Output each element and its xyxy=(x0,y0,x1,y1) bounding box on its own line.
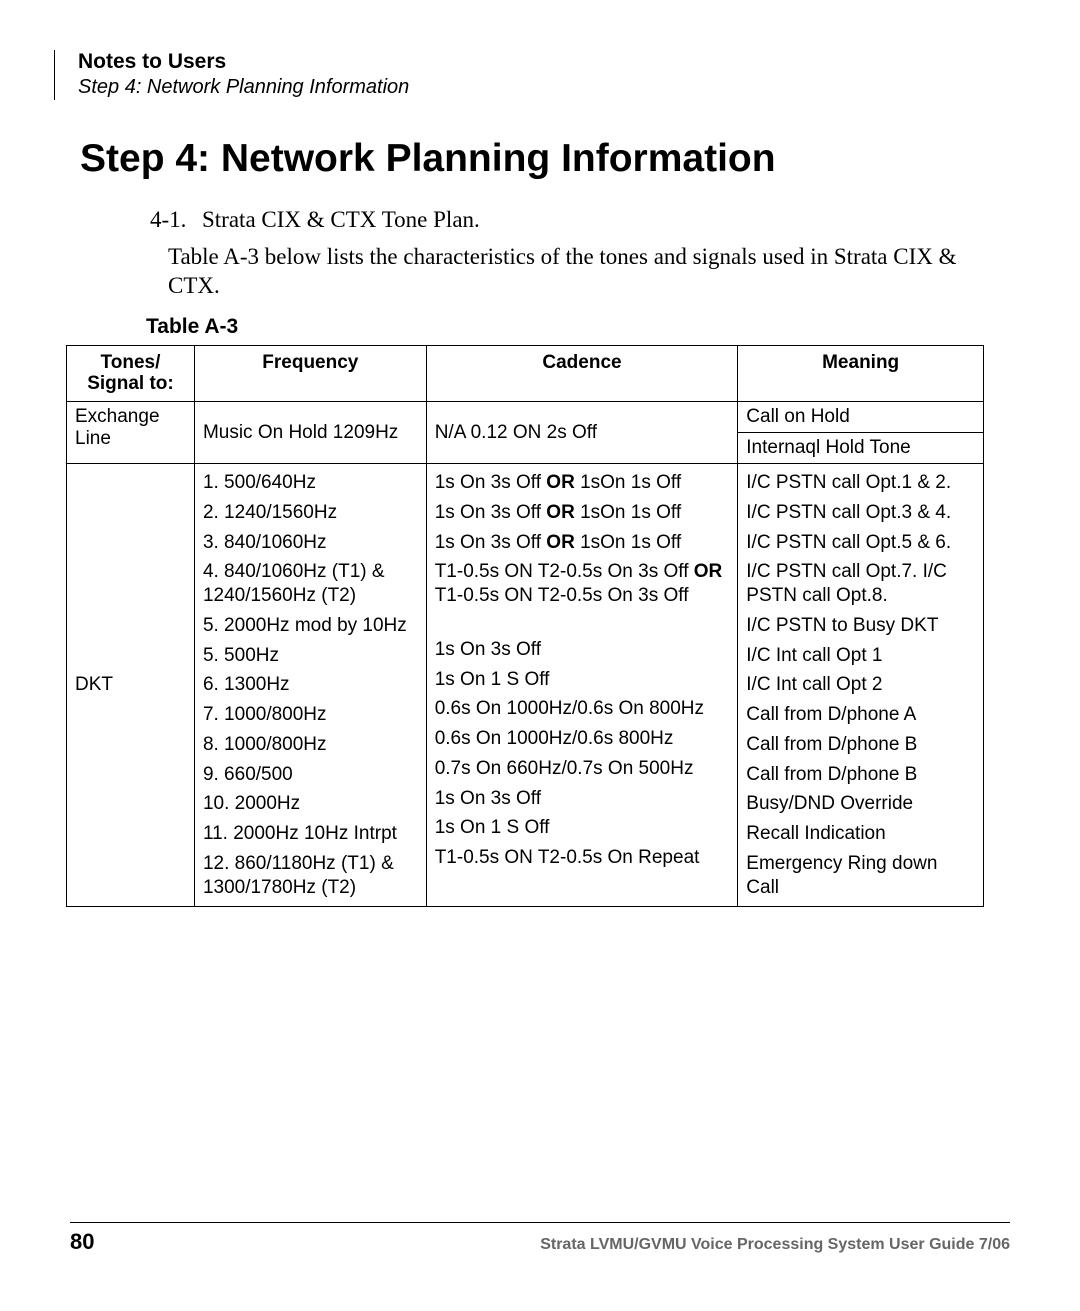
list-item-number: 4-1. xyxy=(150,207,202,233)
footer-rule xyxy=(70,1222,1010,1223)
header-step-title: Step 4: Network Planning Information xyxy=(78,76,1010,99)
table-row: Exchange Line Music On Hold 1209Hz N/A 0… xyxy=(67,402,984,433)
cell-frequency: 1. 500/640Hz 2. 1240/1560Hz 3. 840/1060H… xyxy=(194,464,426,907)
cell-signal: DKT xyxy=(67,464,195,907)
header-section-title: Notes to Users xyxy=(78,50,1010,74)
cell-cadence: 1s On 3s Off OR 1sOn 1s Off 1s On 3s Off… xyxy=(426,464,738,907)
cell-meaning: Call on Hold xyxy=(738,402,984,433)
list-item-text: Strata CIX & CTX Tone Plan. xyxy=(202,207,480,233)
intro-paragraph: Table A-3 below lists the characteristic… xyxy=(168,243,980,301)
col-header-signal: Tones/ Signal to: xyxy=(67,345,195,402)
col-header-cadence: Cadence xyxy=(426,345,738,402)
list-item: 4-1. Strata CIX & CTX Tone Plan. xyxy=(150,207,1010,233)
table-row: DKT 1. 500/640Hz 2. 1240/1560Hz 3. 840/1… xyxy=(67,464,984,907)
tone-plan-table: Tones/ Signal to: Frequency Cadence Mean… xyxy=(66,345,984,908)
header-left-rule xyxy=(54,50,55,100)
footer-guide-title: Strata LVMU/GVMU Voice Processing System… xyxy=(540,1236,1010,1254)
col-header-meaning: Meaning xyxy=(738,345,984,402)
page-number: 80 xyxy=(70,1229,94,1255)
page-title: Step 4: Network Planning Information xyxy=(80,137,1010,181)
page-footer: 80 Strata LVMU/GVMU Voice Processing Sys… xyxy=(70,1229,1010,1255)
page-header: Notes to Users Step 4: Network Planning … xyxy=(60,50,1010,99)
cell-frequency: Music On Hold 1209Hz xyxy=(194,402,426,464)
col-header-frequency: Frequency xyxy=(194,345,426,402)
cell-meaning: I/C PSTN call Opt.1 & 2. I/C PSTN call O… xyxy=(738,464,984,907)
cell-meaning: Internaql Hold Tone xyxy=(738,433,984,464)
cell-signal: Exchange Line xyxy=(67,402,195,464)
cell-cadence: N/A 0.12 ON 2s Off xyxy=(426,402,738,464)
table-caption: Table A-3 xyxy=(146,315,1010,339)
